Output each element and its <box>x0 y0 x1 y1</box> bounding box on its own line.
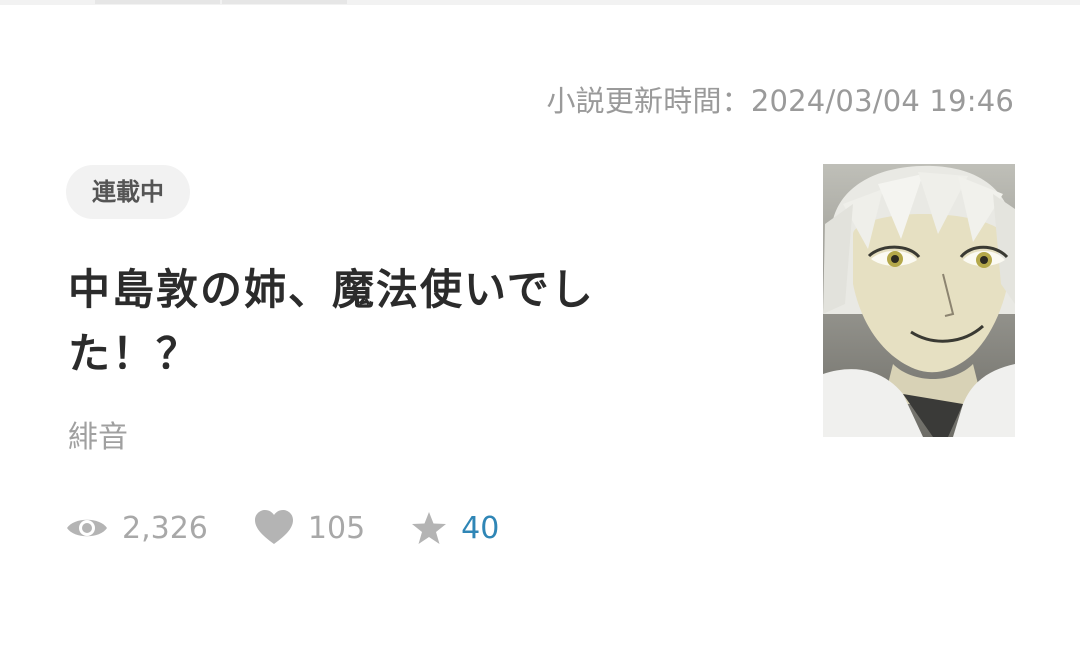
likes-count: 105 <box>307 510 366 546</box>
update-time: 小説更新時間：2024/03/04 19:46 <box>546 84 1014 118</box>
novel-title[interactable]: 中島敦の姉、魔法使いでした！？ <box>68 258 688 386</box>
status-badge: 連載中 <box>66 165 190 219</box>
views-count: 2,326 <box>122 510 208 546</box>
tab-indicator <box>95 0 220 4</box>
stars-count: 40 <box>461 510 500 546</box>
tab-indicator <box>222 0 347 4</box>
eye-icon <box>66 515 108 541</box>
stars-stat[interactable]: 40 <box>411 511 499 546</box>
cover-image[interactable] <box>823 164 1015 437</box>
top-tab-strip <box>0 0 1080 5</box>
views-stat: 2,326 <box>66 511 208 546</box>
author-name[interactable]: 緋音 <box>68 412 128 456</box>
likes-stat[interactable]: 105 <box>254 510 365 546</box>
star-icon[interactable] <box>411 511 447 545</box>
stats-bar: 2,326 105 40 <box>66 505 545 551</box>
heart-icon[interactable] <box>254 510 294 546</box>
